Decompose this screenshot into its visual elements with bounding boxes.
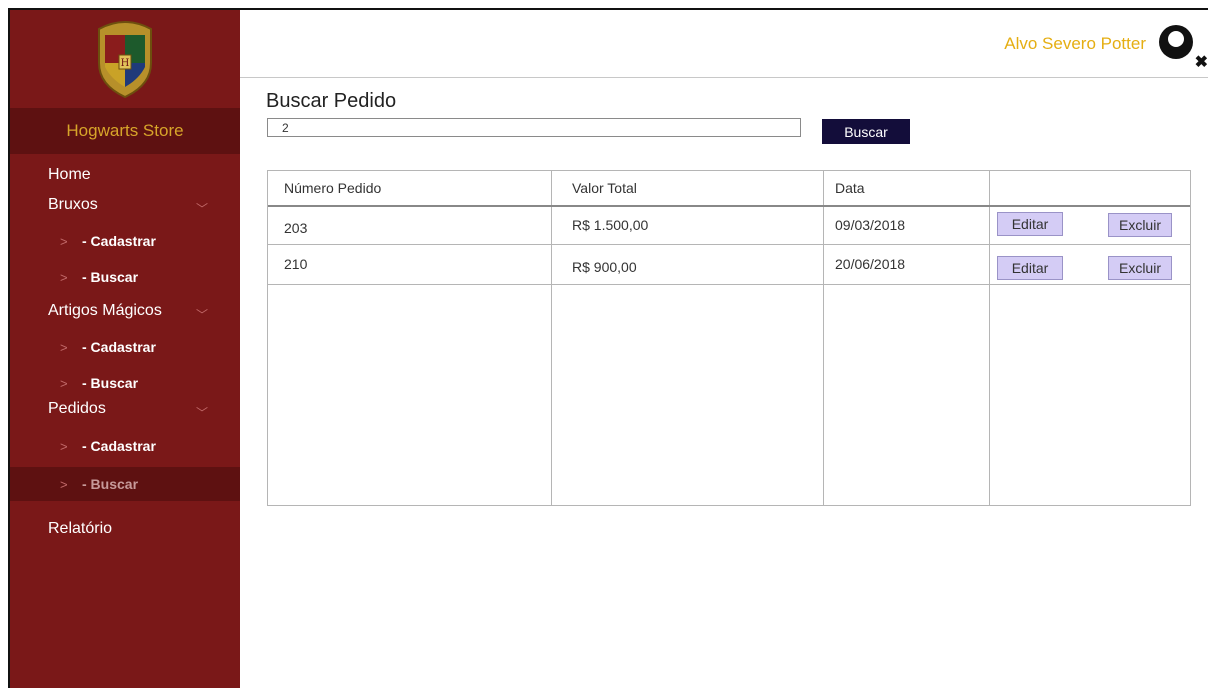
chevron-down-icon[interactable]: ﹀ xyxy=(196,306,208,323)
column-divider xyxy=(551,171,552,505)
chevron-down-icon[interactable]: ﹀ xyxy=(196,404,208,421)
sidebar-item-label: - Cadastrar xyxy=(82,339,156,355)
brand-title[interactable]: Hogwarts Store xyxy=(10,108,240,154)
sidebar-item-label: - Buscar xyxy=(82,375,139,391)
sidebar-item-bruxos-buscar[interactable]: > - Buscar xyxy=(10,262,240,292)
chevron-right-icon: > xyxy=(60,339,68,355)
edit-button[interactable]: Editar xyxy=(997,256,1063,280)
search-button[interactable]: Buscar xyxy=(822,119,910,144)
sidebar-item-label: - Cadastrar xyxy=(82,438,156,454)
sidebar-item-bruxos-cadastrar[interactable]: > - Cadastrar xyxy=(10,226,240,256)
orders-table: Número Pedido Valor Total Data 203 R$ 1.… xyxy=(267,170,1191,506)
sidebar-item-label: - Cadastrar xyxy=(82,233,156,249)
sidebar-item-artigos-buscar[interactable]: > - Buscar xyxy=(10,368,240,398)
chevron-right-icon: > xyxy=(60,438,68,454)
sidebar-item-home[interactable]: Home xyxy=(48,166,91,184)
column-header-valor: Valor Total xyxy=(572,180,637,196)
sidebar-item-bruxos[interactable]: Bruxos xyxy=(48,196,98,214)
chevron-right-icon: > xyxy=(60,375,68,391)
user-avatar-icon[interactable] xyxy=(1158,24,1194,60)
cell-data: 09/03/2018 xyxy=(835,217,906,233)
cell-valor: R$ 900,00 xyxy=(572,259,637,275)
hogwarts-crest-logo: H xyxy=(98,21,152,99)
sidebar-item-relatorio[interactable]: Relatório xyxy=(48,520,112,538)
close-icon[interactable]: ✖ xyxy=(1195,52,1208,72)
delete-button[interactable]: Excluir xyxy=(1108,213,1172,237)
header-divider xyxy=(268,205,1190,207)
search-input[interactable] xyxy=(267,118,801,137)
cell-valor: R$ 1.500,00 xyxy=(572,217,649,233)
sidebar-item-label: - Buscar xyxy=(82,476,139,492)
cell-numero: 210 xyxy=(284,256,308,272)
sidebar: H Hogwarts Store Home Bruxos ﹀ > - Cadas… xyxy=(10,10,240,688)
top-header: Alvo Severo Potter ✖ xyxy=(240,10,1208,78)
column-header-numero: Número Pedido xyxy=(284,180,382,196)
cell-numero: 203 xyxy=(284,220,308,236)
sidebar-item-artigos-magicos[interactable]: Artigos Mágicos xyxy=(48,302,162,320)
column-divider xyxy=(823,171,824,505)
logo: H xyxy=(10,10,240,108)
chevron-right-icon: > xyxy=(60,476,68,492)
column-divider xyxy=(989,171,990,505)
user-name[interactable]: Alvo Severo Potter xyxy=(1004,34,1146,54)
column-header-data: Data xyxy=(835,180,865,196)
chevron-right-icon: > xyxy=(60,269,68,285)
sidebar-item-pedidos-cadastrar[interactable]: > - Cadastrar xyxy=(10,431,240,461)
svg-text:H: H xyxy=(121,58,130,69)
sidebar-item-pedidos-buscar[interactable]: > - Buscar xyxy=(10,467,240,501)
row-divider xyxy=(268,284,1190,285)
sidebar-item-pedidos[interactable]: Pedidos xyxy=(48,400,106,418)
page-title: Buscar Pedido xyxy=(266,90,397,112)
sidebar-item-label: - Buscar xyxy=(82,269,139,285)
edit-button[interactable]: Editar xyxy=(997,212,1063,236)
chevron-down-icon[interactable]: ﹀ xyxy=(196,200,208,217)
chevron-right-icon: > xyxy=(60,233,68,249)
delete-button[interactable]: Excluir xyxy=(1108,256,1172,280)
sidebar-item-artigos-cadastrar[interactable]: > - Cadastrar xyxy=(10,332,240,362)
cell-data: 20/06/2018 xyxy=(835,256,906,272)
row-divider xyxy=(268,244,1190,245)
